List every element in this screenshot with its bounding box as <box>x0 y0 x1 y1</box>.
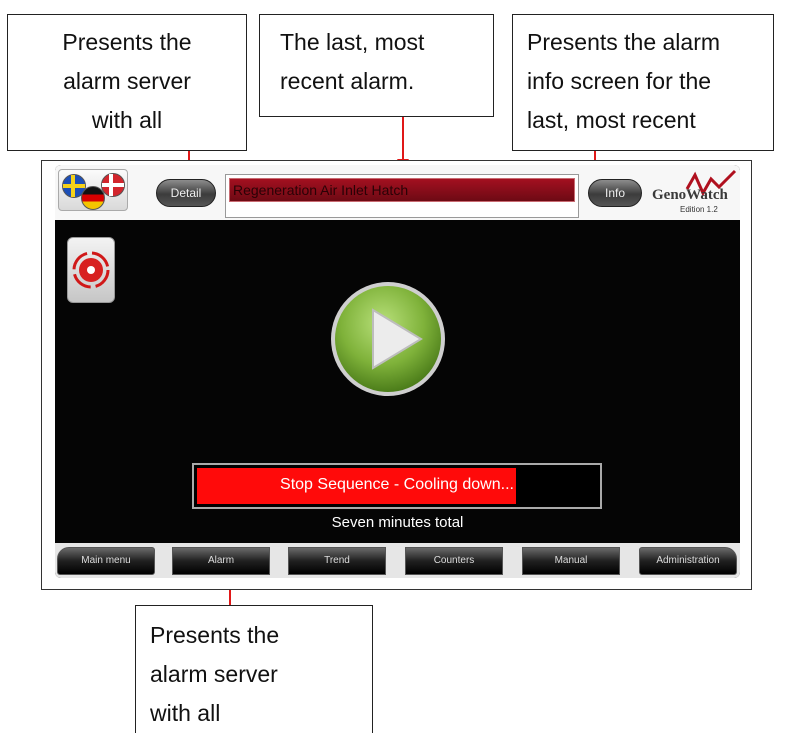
nav-main-menu-button[interactable]: Main menu <box>57 547 155 575</box>
callout-line: info screen for the <box>527 68 712 94</box>
callout-last-alarm: The last, most recent alarm. <box>259 14 494 117</box>
status-progress-bar: Stop Sequence - Cooling down... <box>192 463 602 509</box>
hmi-panel: Detail Regeneration Air Inlet Hatch Info… <box>55 165 740 578</box>
edition-label: Edition 1.2 <box>680 205 718 214</box>
info-button[interactable]: Info <box>588 179 642 207</box>
last-alarm-text: Regeneration Air Inlet Hatch <box>229 178 575 202</box>
callout-detail: Presents the alarm server with all <box>7 14 247 151</box>
callout-info: Presents the alarm info screen for the l… <box>512 14 774 151</box>
nav-manual-button[interactable]: Manual <box>522 547 620 575</box>
callout-line: The last, most <box>280 29 425 55</box>
callout-line: alarm server <box>150 661 278 687</box>
callout-line: recent alarm. <box>280 68 415 94</box>
last-alarm-display[interactable]: Regeneration Air Inlet Hatch <box>225 174 579 218</box>
callout-line: Presents the <box>62 29 192 55</box>
nav-counters-button[interactable]: Counters <box>405 547 503 575</box>
callout-line: with all <box>150 700 221 726</box>
logo: GenoWatch Edition 1.2 <box>647 167 739 215</box>
bottom-nav: Main menu Alarm Trend Counters Manual Ad… <box>55 543 740 578</box>
play-button[interactable] <box>329 280 447 398</box>
callout-line: alarm server <box>63 68 191 94</box>
callout-line: Presents the <box>150 622 280 648</box>
arrow-last-alarm <box>402 117 404 160</box>
callout-line: with all <box>91 107 163 133</box>
nav-trend-button[interactable]: Trend <box>288 547 386 575</box>
play-icon <box>331 282 445 396</box>
emergency-stop-button[interactable] <box>67 237 115 303</box>
callout-line: Presents the alarm <box>527 29 721 55</box>
hmi-screen: Detail Regeneration Air Inlet Hatch Info… <box>41 160 752 590</box>
nav-alarm-button[interactable]: Alarm <box>172 547 270 575</box>
danish-flag-icon[interactable] <box>101 173 125 197</box>
logo-text: GenoWatch <box>652 187 728 203</box>
callout-alarm-nav: Presents the alarm server with all <box>135 605 373 733</box>
status-text: Stop Sequence - Cooling down... <box>280 476 514 493</box>
nav-administration-button[interactable]: Administration <box>639 547 737 575</box>
callout-line: last, most recent <box>527 107 696 133</box>
detail-button[interactable]: Detail <box>156 179 216 207</box>
top-bar: Detail Regeneration Air Inlet Hatch Info… <box>55 165 740 220</box>
language-selector[interactable] <box>58 169 128 211</box>
status-subtext: Seven minutes total <box>331 514 464 531</box>
emergency-stop-icon <box>72 251 110 289</box>
